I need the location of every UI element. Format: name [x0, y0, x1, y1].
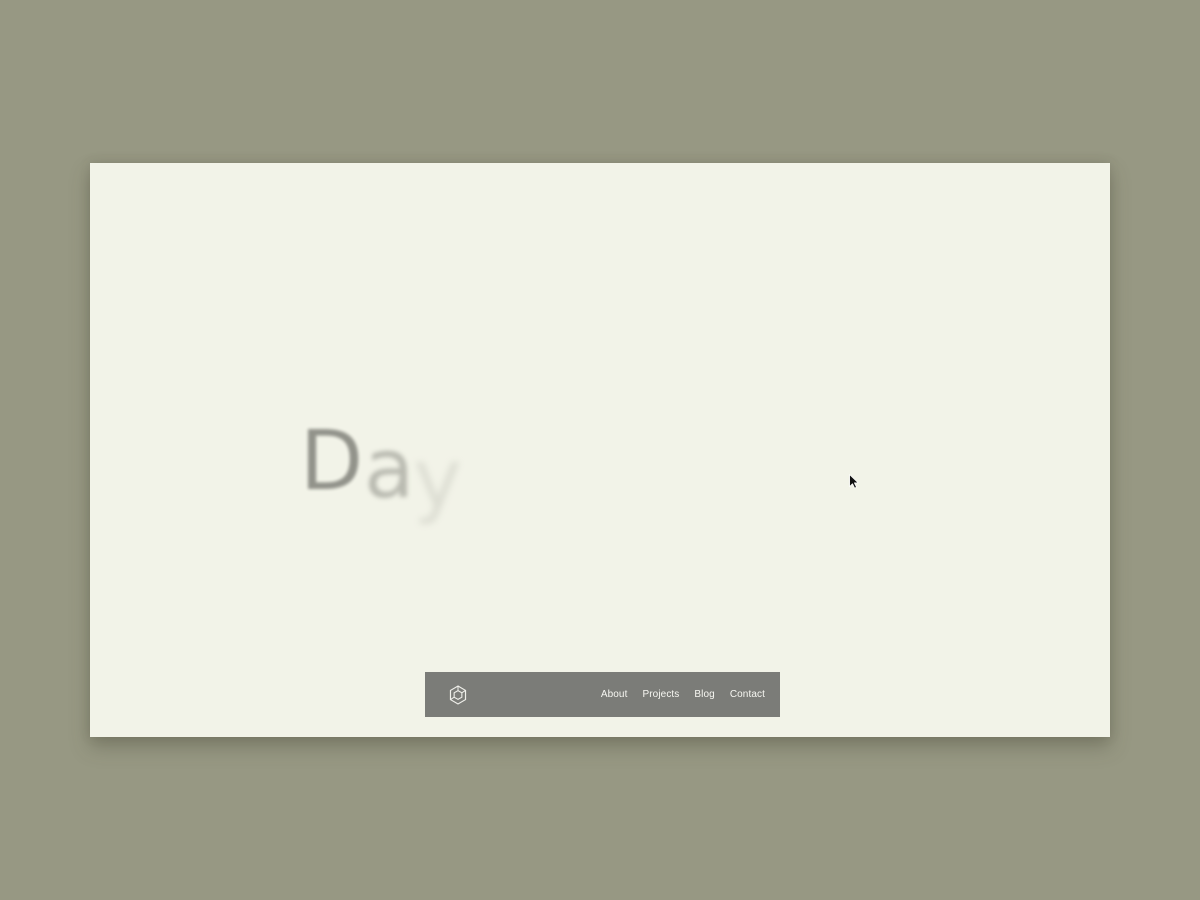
desktop-backdrop: D a y About Projects Blog Contact: [0, 0, 1200, 900]
nav-link-blog[interactable]: Blog: [694, 689, 714, 700]
bottom-navigation-bar: About Projects Blog Contact: [425, 672, 780, 717]
hero-letter-a: a: [364, 422, 414, 517]
hero-word: D a y: [300, 414, 462, 561]
nav-link-contact[interactable]: Contact: [730, 689, 765, 700]
hexagon-logo-icon[interactable]: [447, 684, 469, 706]
nav-link-projects[interactable]: Projects: [642, 689, 679, 700]
website-page: D a y About Projects Blog Contact: [90, 163, 1110, 737]
nav-link-about[interactable]: About: [601, 689, 628, 700]
nav-links: About Projects Blog Contact: [601, 689, 765, 700]
hero-letter-d: D: [300, 414, 363, 509]
hero-letter-y: y: [413, 432, 462, 527]
